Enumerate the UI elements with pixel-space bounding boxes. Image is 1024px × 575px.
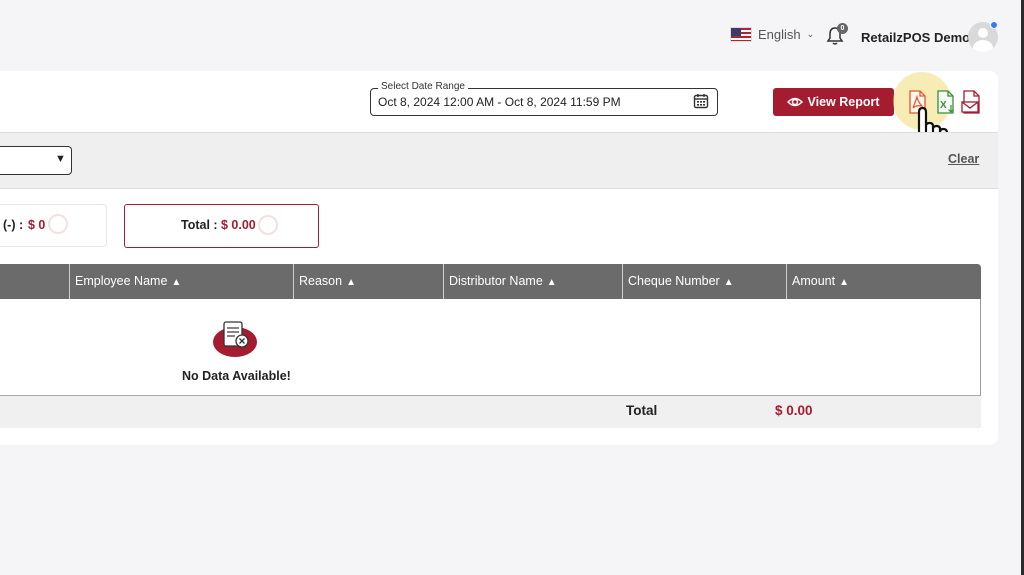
no-data-icon (213, 321, 257, 357)
email-export-icon[interactable] (961, 90, 981, 114)
filter-bar (0, 132, 998, 189)
column-header-amount[interactable]: Amount ▲︎ (786, 264, 981, 299)
sort-icon: ▲︎ (346, 277, 356, 288)
footer-total-value: $ 0.00 (775, 403, 813, 418)
sort-icon: ▲︎ (723, 277, 734, 288)
column-header-cheque-number[interactable]: Cheque Number ▲︎ (622, 264, 786, 299)
user-name[interactable]: RetailzPOS Demo (861, 30, 970, 45)
date-range-label: Select Date Range (378, 81, 468, 92)
sort-icon: ▲︎ (546, 277, 557, 288)
dropdown-arrow-icon[interactable]: ▼ (55, 153, 66, 165)
coin-icon (48, 214, 68, 234)
coin-icon (258, 215, 278, 235)
footer-total-label: Total (626, 403, 658, 418)
sort-icon: ▲︎ (839, 277, 849, 288)
summary-value: $ 0 (28, 218, 46, 232)
column-header-employee-name[interactable]: Employee Name ▲︎ (69, 264, 293, 299)
view-report-button[interactable]: View Report (773, 88, 894, 116)
column-header-reason[interactable]: Reason ▲︎ (293, 264, 443, 299)
online-status-dot (990, 21, 998, 29)
chevron-down-icon: ⌄ (806, 29, 815, 39)
us-flag-icon (730, 27, 752, 42)
calendar-icon[interactable] (693, 93, 709, 109)
total-label: Total : (181, 218, 218, 232)
sort-icon: ▲︎ (171, 277, 182, 288)
date-range-value[interactable]: Oct 8, 2024 12:00 AM - Oct 8, 2024 11:59… (378, 95, 621, 109)
top-bar: English ⌄ 0 RetailzPOS Demo (0, 0, 1024, 70)
no-data-message: No Data Available! (182, 369, 291, 383)
language-selector[interactable]: English ⌄ (730, 27, 814, 42)
clear-link[interactable]: Clear (948, 152, 979, 166)
language-label: English (758, 27, 801, 42)
table-footer (0, 395, 981, 428)
column-header-distributor-name[interactable]: Distributor Name ▲︎ (443, 264, 622, 299)
summary-label: (-) : (3, 218, 24, 232)
notification-badge: 0 (837, 23, 848, 34)
view-report-label: View Report (807, 95, 880, 109)
eye-icon (787, 97, 804, 107)
total-value: $ 0.00 (221, 218, 256, 232)
